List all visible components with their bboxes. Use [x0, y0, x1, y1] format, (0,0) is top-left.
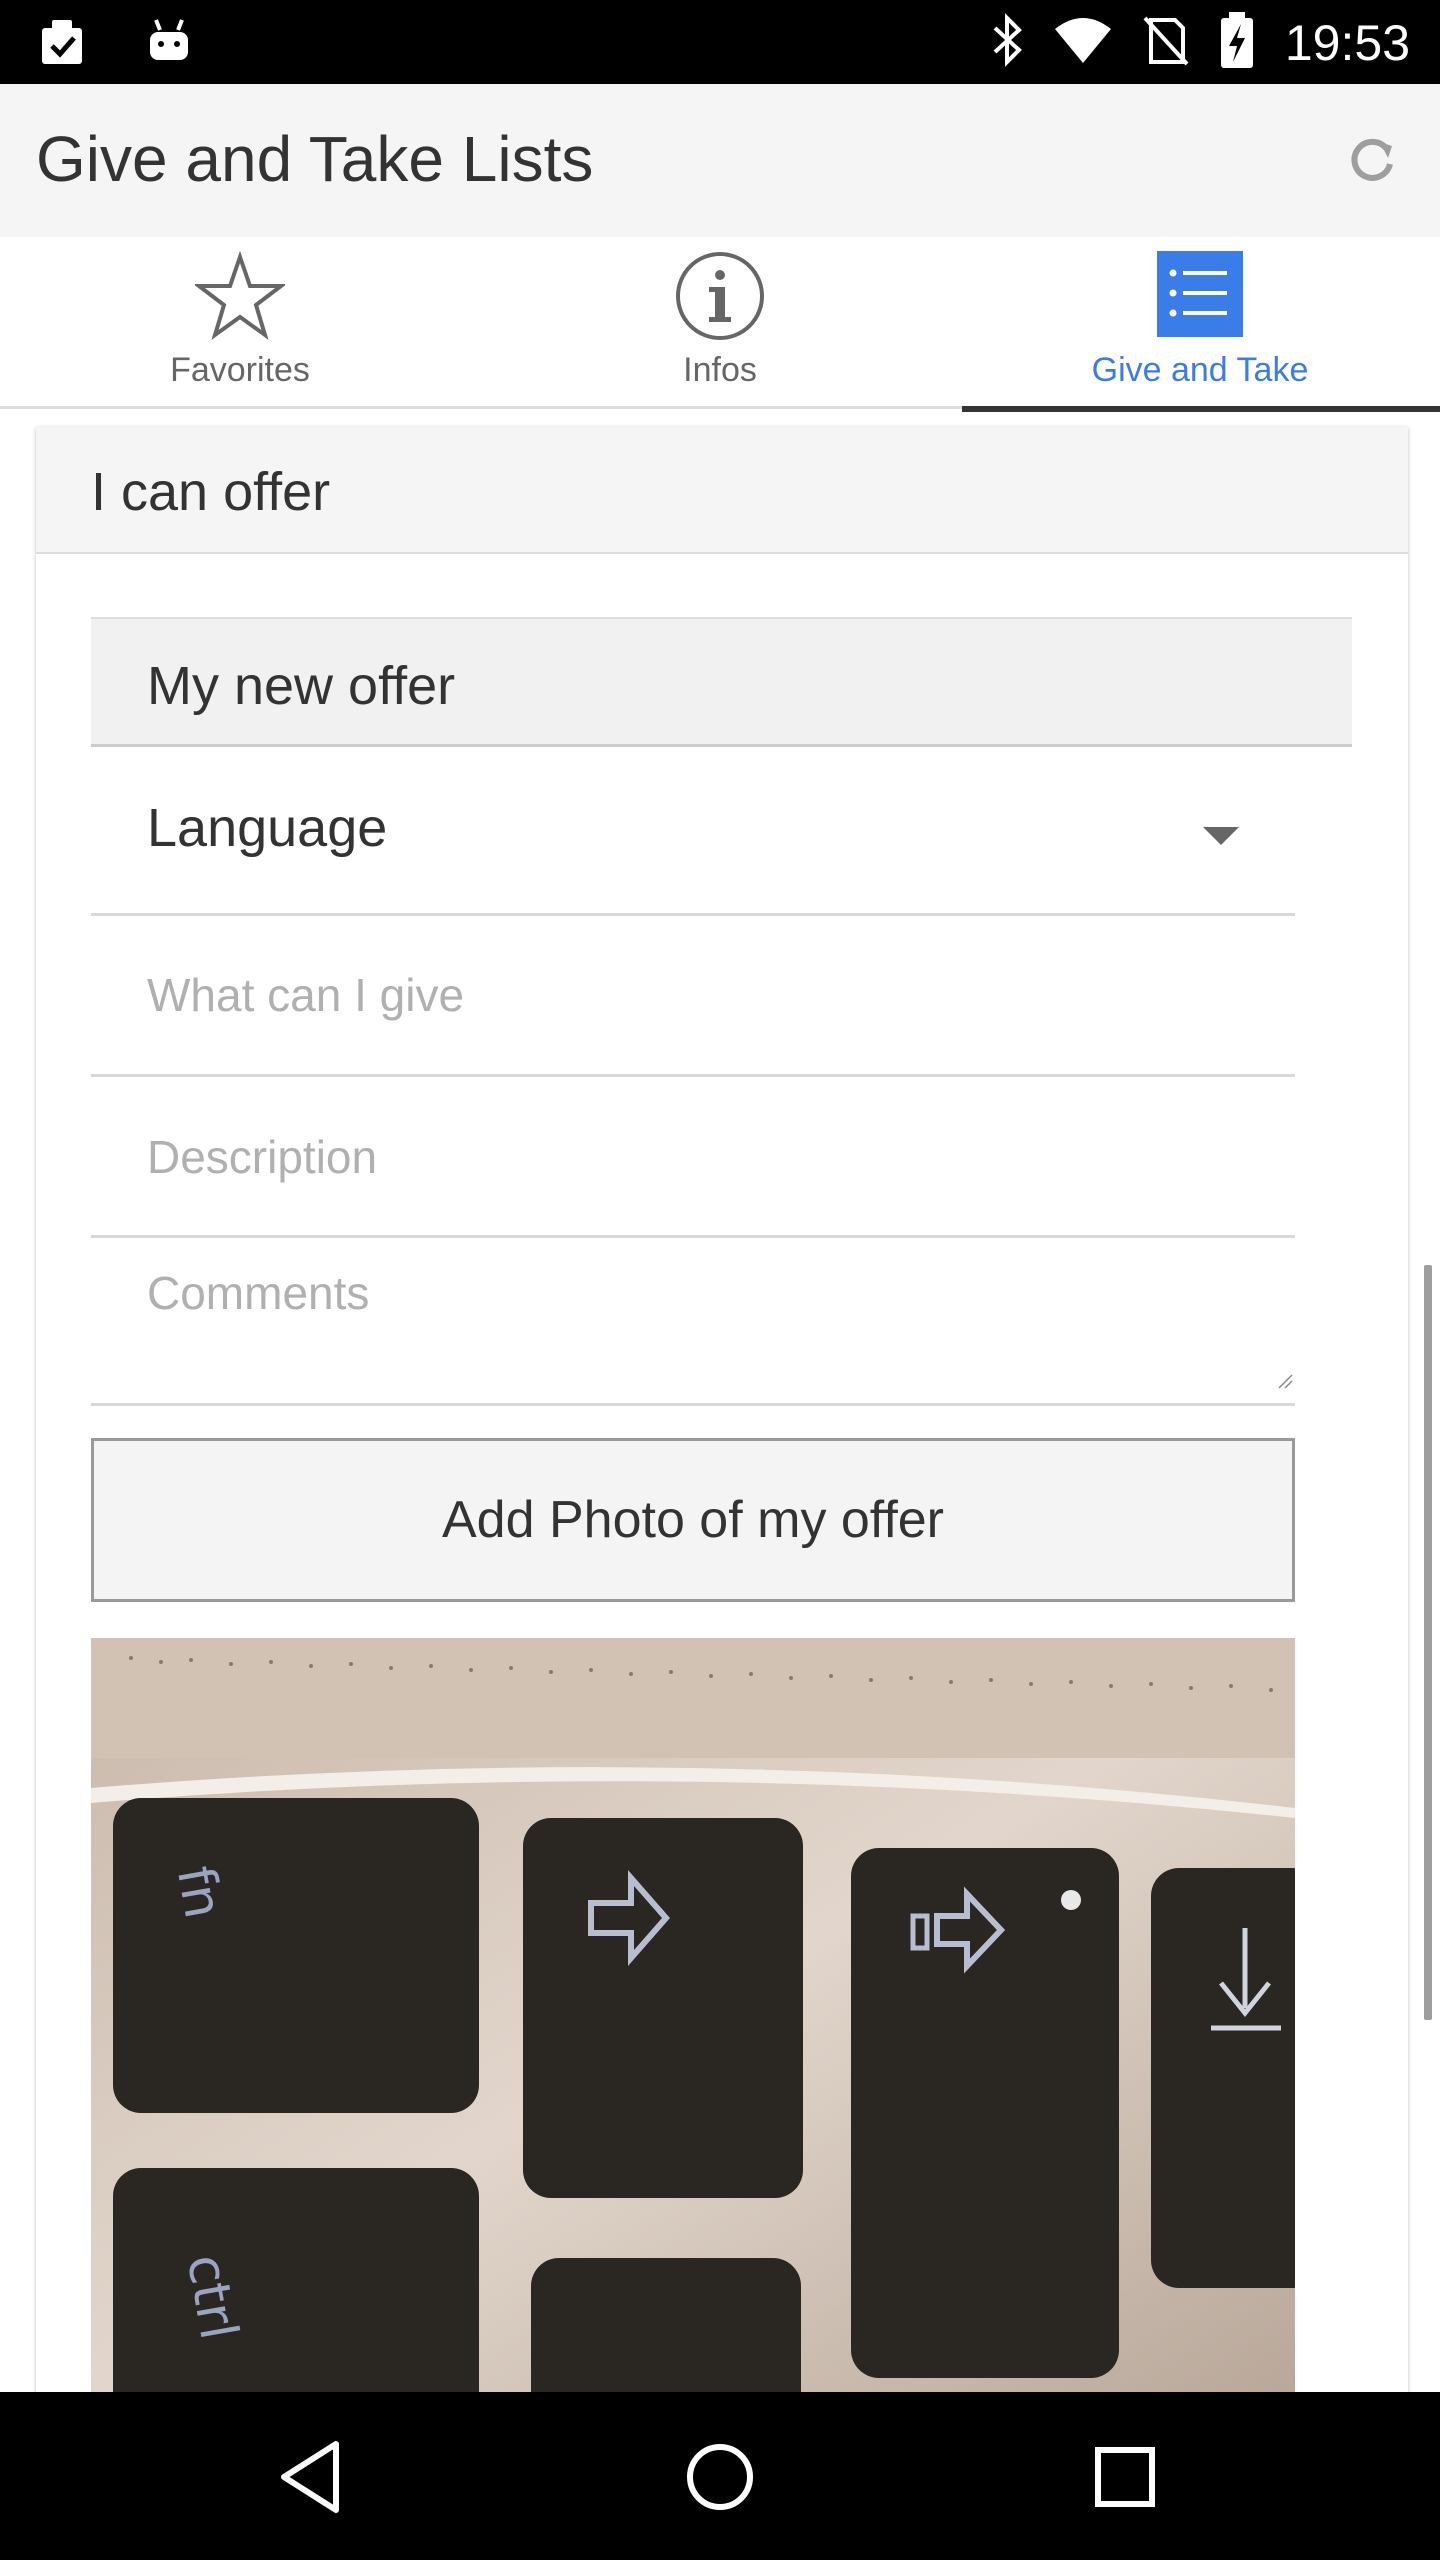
description-input[interactable]: Description [91, 1077, 1295, 1238]
tab-infos[interactable]: Infos [480, 237, 960, 409]
app-title: Give and Take Lists [36, 123, 594, 195]
offer-photo: fn ctrl [91, 1638, 1295, 2392]
info-icon [675, 251, 765, 341]
language-select[interactable]: Language [91, 747, 1295, 916]
home-icon[interactable] [675, 2432, 765, 2522]
clock: 19:53 [1284, 14, 1410, 71]
tab-give-and-take[interactable]: Give and Take [960, 237, 1440, 412]
key-label-fn: fn [165, 1862, 233, 1923]
keyboard-photo: fn ctrl [91, 1638, 1295, 2392]
tab-bar: Favorites Infos Give and Take [0, 237, 1440, 412]
app-bar: Give and Take Lists [0, 84, 1440, 237]
star-icon [193, 250, 287, 341]
what-can-i-give-input[interactable]: What can I give [91, 916, 1295, 1077]
what-placeholder: What can I give [147, 969, 465, 1021]
active-tab-indicator [962, 406, 1440, 412]
wifi-icon [1053, 15, 1113, 70]
add-photo-button[interactable]: Add Photo of my offer [91, 1438, 1295, 1602]
tab-favorites[interactable]: Favorites [0, 237, 480, 409]
offer-title: My new offer [147, 656, 456, 716]
offer-title-bar[interactable]: My new offer [91, 617, 1352, 747]
no-sim-icon [1141, 12, 1189, 73]
language-value: Language [147, 798, 388, 858]
bluetooth-icon [989, 12, 1025, 73]
android-icon [144, 14, 194, 75]
resize-grip-icon[interactable] [1277, 1373, 1293, 1389]
battery-charging-icon [1217, 10, 1257, 75]
tab-label: Infos [683, 351, 757, 389]
card-header: I can offer [36, 427, 1408, 554]
clipboard-check-icon [36, 14, 92, 75]
status-bar: 19:53 [0, 0, 1440, 84]
navigation-bar [0, 2392, 1440, 2560]
comments-textarea[interactable]: Comments [91, 1238, 1295, 1406]
description-placeholder: Description [147, 1131, 378, 1183]
back-icon[interactable] [270, 2432, 360, 2522]
chevron-down-icon [1203, 827, 1239, 845]
refresh-icon[interactable] [1340, 128, 1404, 192]
list-icon [1155, 251, 1245, 341]
tab-label: Give and Take [1091, 351, 1309, 389]
card-title: I can offer [91, 462, 331, 522]
recents-icon[interactable] [1080, 2432, 1170, 2522]
tab-label: Favorites [170, 351, 310, 389]
scrollbar[interactable] [1424, 1265, 1432, 2020]
comments-placeholder: Comments [147, 1267, 370, 1319]
